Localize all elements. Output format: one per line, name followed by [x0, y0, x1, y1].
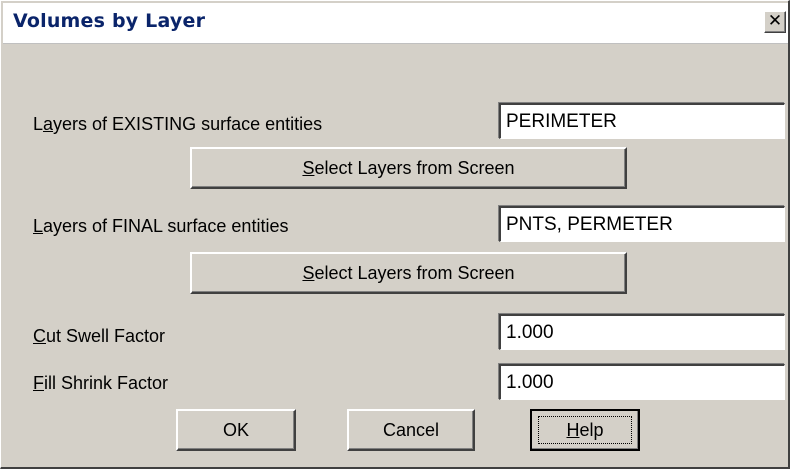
- fill-shrink-factor-input[interactable]: [499, 364, 785, 400]
- dialog-title: Volumes by Layer: [13, 10, 206, 32]
- close-button[interactable]: ✕: [764, 11, 786, 33]
- title-bar[interactable]: Volumes by Layer ✕: [3, 3, 788, 44]
- final-layers-input[interactable]: [499, 206, 785, 242]
- existing-layers-input[interactable]: [499, 103, 785, 139]
- existing-select-layers-button[interactable]: Select Layers from Screen: [190, 147, 627, 189]
- ok-button[interactable]: OK: [176, 409, 296, 451]
- cut-swell-factor-input[interactable]: [499, 314, 785, 350]
- close-icon: ✕: [767, 11, 783, 31]
- final-layers-label: Layers of FINAL surface entities: [33, 216, 289, 236]
- focus-ring: [538, 416, 632, 444]
- help-button[interactable]: Help: [530, 409, 640, 451]
- final-select-layers-button[interactable]: Select Layers from Screen: [190, 252, 627, 294]
- existing-layers-label: Layers of EXISTING surface entities: [33, 114, 323, 134]
- volumes-by-layer-dialog: Volumes by Layer ✕ Layers of EXISTING su…: [0, 0, 790, 469]
- fill-shrink-factor-label: Fill Shrink Factor: [33, 373, 169, 393]
- cancel-button[interactable]: Cancel: [347, 409, 475, 451]
- cut-swell-factor-label: Cut Swell Factor: [33, 326, 166, 346]
